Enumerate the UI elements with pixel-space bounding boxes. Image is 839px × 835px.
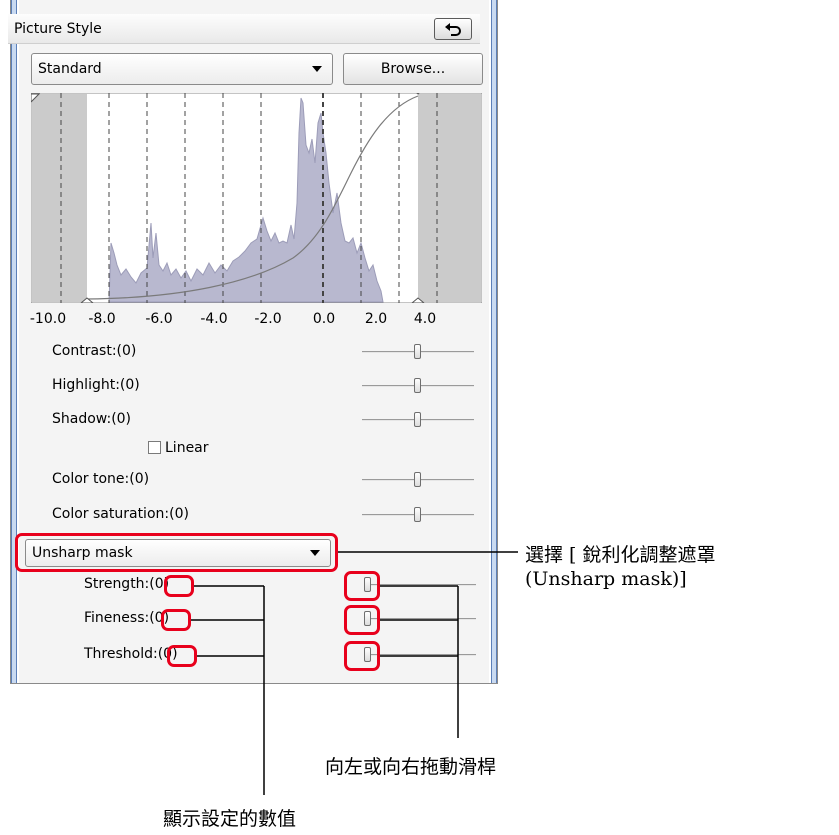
callout-shows-value: 顯示設定的數值 xyxy=(163,808,297,830)
callout-drag-slider: 向左或向右拖動滑桿 xyxy=(325,756,497,778)
callout-select-line1: 選擇 [ 銳利化調整遮罩 xyxy=(525,544,716,566)
callout-select-line2: (Unsharp mask)] xyxy=(525,568,687,590)
callout-lines xyxy=(191,551,518,795)
